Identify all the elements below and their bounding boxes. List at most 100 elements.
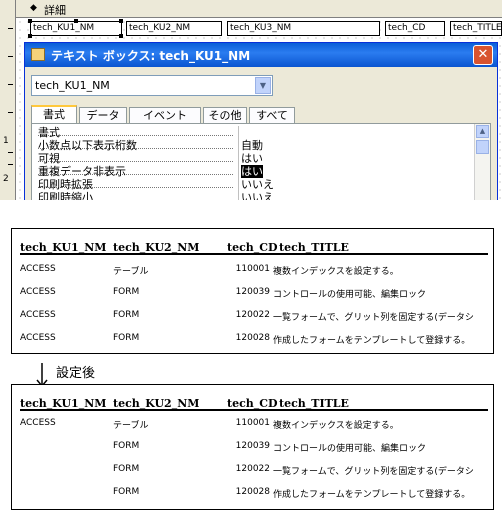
cell-cd: 110001 (235, 264, 270, 274)
table-row: FORM 120022 一覧フォームで、グリット列を固定する(データシ (20, 464, 488, 477)
property-row-hide-duplicates[interactable]: 重複データ非表示 はい▼ (36, 165, 484, 178)
cell-ku2: FORM (113, 441, 140, 451)
scrollbar-thumb[interactable] (476, 140, 489, 154)
scroll-up-icon[interactable]: ▲ (476, 125, 489, 138)
close-button[interactable]: ✕ (473, 45, 493, 65)
cell-ku1: ACCESS (20, 264, 56, 274)
property-value[interactable]: はい (238, 152, 482, 165)
selection-handle[interactable] (28, 19, 32, 23)
tab-event[interactable]: イベント (129, 107, 201, 123)
cell-title: 作成したフォームをテンプレートして登録する。 (273, 336, 471, 346)
cell-title: 一覧フォームで、グリット列を固定する(データシ (273, 313, 474, 323)
field-tech-ku3-nm[interactable]: tech_KU3_NM (227, 21, 380, 36)
cell-ku1: ACCESS (20, 287, 56, 297)
property-name: 小数点以下表示桁数 (38, 139, 137, 152)
column-header: tech_KU2_NM (113, 241, 200, 254)
cell-ku2: テーブル (113, 421, 149, 431)
report-preview-after: tech_KU1_NM tech_KU2_NM tech_CD tech_TIT… (11, 384, 494, 510)
ruler-tick (8, 28, 13, 29)
property-value-dropdown[interactable]: はい▼ (238, 165, 482, 178)
column-header: tech_TITLE (279, 241, 349, 254)
selection-handle[interactable] (119, 34, 123, 38)
property-value[interactable] (238, 126, 482, 139)
table-row: ACCESS テーブル 110001 複数インデックスを設定する。 (20, 418, 488, 431)
property-sheet-title: テキスト ボックス: tech_KU1_NM (51, 49, 251, 63)
cell-cd: 110001 (235, 418, 270, 428)
selection-handle[interactable] (74, 19, 78, 23)
tab-all[interactable]: すべて (249, 107, 295, 123)
column-header: tech_CD (227, 397, 278, 410)
property-name: 可視 (38, 152, 60, 165)
ruler-tick (8, 152, 13, 153)
detail-section-bar[interactable]: ◆ 詳細 (16, 0, 502, 18)
cell-title: 複数インデックスを設定する。 (273, 421, 399, 431)
after-setting-label: 設定後 (56, 366, 96, 381)
cell-title: 作成したフォームをテンプレートして登録する。 (273, 490, 471, 500)
property-row-decimal-places[interactable]: 小数点以下表示桁数 自動 (36, 139, 484, 152)
cell-cd: 120039 (235, 441, 270, 451)
property-row-can-grow[interactable]: 印刷時拡張 いいえ (36, 178, 484, 191)
ruler-mark-1: 1 (3, 136, 9, 146)
report-design-view: 1 2 ◆ 詳細 tech_KU1_NM tech_KU2_NM tech_KU… (0, 0, 502, 200)
property-name: 印刷時縮小 (38, 191, 93, 200)
ruler-tick (8, 164, 13, 165)
property-value[interactable]: 自動 (238, 139, 482, 152)
cell-ku1: ACCESS (20, 310, 56, 320)
property-name: 書式 (38, 126, 60, 139)
cell-cd: 120022 (235, 464, 270, 474)
property-value[interactable]: いいえ (238, 191, 482, 200)
ruler-tick (8, 56, 13, 57)
chevron-down-icon[interactable]: ▼ (255, 77, 271, 94)
cell-ku1: ACCESS (20, 418, 56, 428)
section-marker-icon: ◆ (30, 3, 37, 13)
cell-cd: 120028 (235, 333, 270, 343)
control-select-dropdown[interactable]: tech_KU1_NM ▼ (31, 75, 273, 96)
table-row: ACCESS FORM 120028 作成したフォームをテンプレートして登録する… (20, 333, 488, 346)
selection-handle[interactable] (119, 19, 123, 23)
selection-handle[interactable] (28, 34, 32, 38)
property-list: 書式 小数点以下表示桁数 自動 可視 はい 重複データ非表示 はい▼ 印刷時拡張 (31, 123, 491, 200)
table-row: ACCESS FORM 120039 コントロールの使用可能、編集ロック (20, 287, 488, 300)
control-select-value: tech_KU1_NM (35, 79, 110, 92)
field-tech-title[interactable]: tech_TITLE (450, 21, 502, 36)
property-name: 重複データ非表示 (38, 165, 126, 178)
column-header: tech_KU1_NM (20, 241, 107, 254)
report-preview-before: tech_KU1_NM tech_KU2_NM tech_CD tech_TIT… (11, 228, 494, 354)
ruler-tick (8, 112, 13, 113)
tab-data[interactable]: データ (79, 107, 127, 123)
field-tech-cd[interactable]: tech_CD (385, 21, 445, 36)
property-sheet-window: テキスト ボックス: tech_KU1_NM ✕ tech_KU1_NM ▼ 書… (24, 42, 498, 200)
property-value[interactable]: いいえ (238, 178, 482, 191)
vertical-scrollbar[interactable]: ▲ (474, 124, 490, 200)
column-header: tech_CD (227, 241, 278, 254)
section-label: 詳細 (44, 4, 66, 17)
tab-format[interactable]: 書式 (31, 105, 77, 124)
cell-ku2: テーブル (113, 267, 149, 277)
property-row-visible[interactable]: 可視 はい (36, 152, 484, 165)
property-sheet-icon (31, 48, 45, 61)
property-name: 印刷時拡張 (38, 178, 93, 191)
cell-ku2: FORM (113, 310, 140, 320)
property-sheet-titlebar[interactable]: テキスト ボックス: tech_KU1_NM ✕ (25, 43, 497, 67)
ruler-mark-2: 2 (3, 174, 9, 184)
column-header: tech_KU2_NM (113, 397, 200, 410)
cell-title: 一覧フォームで、グリット列を固定する(データシ (273, 467, 474, 477)
table-header: tech_KU1_NM tech_KU2_NM tech_CD tech_TIT… (20, 397, 488, 411)
table-row: ACCESS FORM 120022 一覧フォームで、グリット列を固定する(デー… (20, 310, 488, 323)
vertical-ruler: 1 2 (0, 0, 16, 200)
field-tech-ku1-nm[interactable]: tech_KU1_NM (30, 21, 122, 36)
tab-other[interactable]: その他 (203, 107, 247, 123)
column-header: tech_TITLE (279, 397, 349, 410)
cell-cd: 120039 (235, 287, 270, 297)
cell-cd: 120022 (235, 310, 270, 320)
table-row: FORM 120028 作成したフォームをテンプレートして登録する。 (20, 487, 488, 500)
field-tech-ku2-nm[interactable]: tech_KU2_NM (126, 21, 222, 36)
cell-title: 複数インデックスを設定する。 (273, 267, 399, 277)
cell-title: コントロールの使用可能、編集ロック (273, 444, 427, 454)
property-row-can-shrink[interactable]: 印刷時縮小 いいえ (36, 191, 484, 200)
property-row-format[interactable]: 書式 (36, 126, 484, 139)
cell-title: コントロールの使用可能、編集ロック (273, 290, 427, 300)
cell-ku2: FORM (113, 287, 140, 297)
cell-cd: 120028 (235, 487, 270, 497)
table-row: FORM 120039 コントロールの使用可能、編集ロック (20, 441, 488, 454)
